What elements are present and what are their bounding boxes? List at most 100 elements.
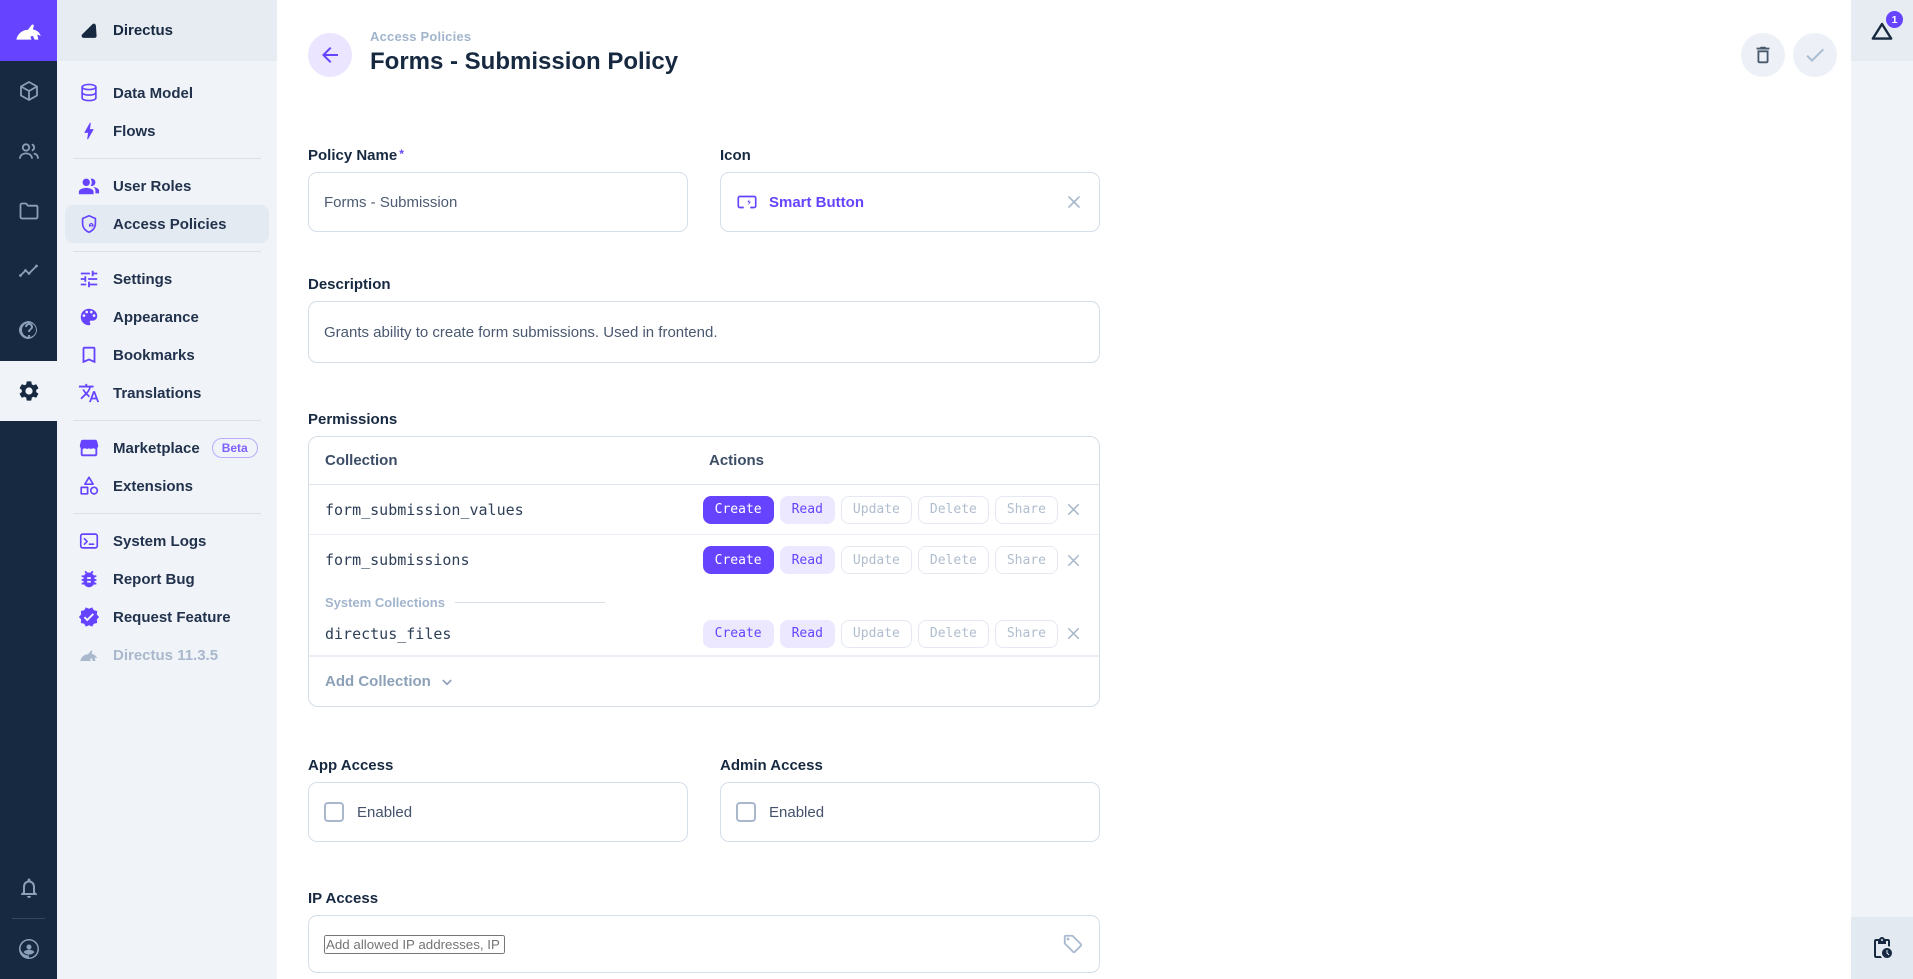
sidebar-item-flows[interactable]: Flows — [65, 112, 269, 150]
sidebar-item-report-bug[interactable]: Report Bug — [65, 560, 269, 598]
module-bar — [0, 0, 57, 979]
sidebar-item-label: Translations — [113, 385, 201, 402]
sidebar-item-access-policies[interactable]: Access Policies — [65, 205, 269, 243]
shield-policy-icon — [77, 212, 101, 236]
sidebar-item-label: Data Model — [113, 85, 193, 102]
sidebar-item-system-logs[interactable]: System Logs — [65, 522, 269, 560]
app-access-toggle[interactable]: Enabled — [308, 782, 688, 842]
permissions-table-header: Collection Actions — [309, 437, 1099, 485]
sidebar-drawer-button[interactable]: 1 — [1851, 0, 1913, 61]
permissions-field: Permissions Collection Actions form_subm… — [308, 411, 1100, 707]
table-row: directus_files Create Read Update Delete… — [309, 612, 1099, 656]
sidebar-item-extensions[interactable]: Extensions — [65, 467, 269, 505]
sidebar-item-bookmarks[interactable]: Bookmarks — [65, 336, 269, 374]
sidebar-item-settings[interactable]: Settings — [65, 260, 269, 298]
module-files[interactable] — [0, 181, 57, 241]
module-content[interactable] — [0, 61, 57, 121]
permission-create-badge[interactable]: Create — [703, 496, 774, 524]
permission-update-badge[interactable]: Update — [841, 546, 912, 574]
admin-access-checkbox[interactable] — [736, 802, 756, 822]
avatar-icon — [17, 937, 41, 961]
permission-delete-badge[interactable]: Delete — [918, 496, 989, 524]
collection-name: form_submissions — [325, 551, 703, 569]
sidebar-item-user-roles[interactable]: User Roles — [65, 167, 269, 205]
main-content: Access Policies Forms - Submission Polic… — [277, 0, 1851, 979]
bell-icon — [17, 876, 41, 900]
sidebar-item-label: Appearance — [113, 309, 199, 326]
module-insights[interactable] — [0, 241, 57, 301]
policy-form: Policy Name* Icon Smart Button — [308, 147, 1100, 973]
permission-delete-badge[interactable]: Delete — [918, 546, 989, 574]
sidebar-item-appearance[interactable]: Appearance — [65, 298, 269, 336]
remove-row-button[interactable] — [1064, 551, 1083, 570]
checkbox-label: Enabled — [357, 804, 412, 821]
save-button[interactable] — [1793, 33, 1837, 77]
policy-name-input[interactable] — [324, 194, 672, 211]
permission-read-badge[interactable]: Read — [780, 496, 835, 524]
sidebar-item-label: Settings — [113, 271, 172, 288]
ip-access-input[interactable] — [324, 935, 505, 954]
add-collection-button[interactable]: Add Collection — [309, 656, 1099, 706]
module-help[interactable] — [0, 301, 57, 361]
sidebar-item-label: System Logs — [113, 533, 206, 550]
remove-row-button[interactable] — [1064, 624, 1083, 643]
description-textarea[interactable]: Grants ability to create form submission… — [308, 301, 1100, 363]
remove-row-button[interactable] — [1064, 500, 1083, 519]
insights-icon — [17, 259, 41, 283]
icon-select[interactable]: Smart Button — [720, 172, 1100, 232]
gear-icon — [17, 379, 41, 403]
close-icon — [1064, 192, 1084, 212]
sidebar-item-marketplace[interactable]: Marketplace Beta — [65, 429, 269, 467]
nav-divider — [73, 251, 261, 252]
project-header[interactable]: Directus — [57, 0, 277, 61]
revisions-drawer-button[interactable] — [1851, 917, 1913, 979]
trash-icon — [1752, 44, 1774, 66]
directus-logo[interactable] — [0, 0, 57, 61]
permission-delete-badge[interactable]: Delete — [918, 620, 989, 648]
users-icon — [17, 139, 41, 163]
tag-icon — [1062, 933, 1084, 955]
clear-icon-button[interactable] — [1064, 192, 1084, 212]
permission-create-badge[interactable]: Create — [703, 546, 774, 574]
module-settings[interactable] — [0, 361, 57, 421]
permission-update-badge[interactable]: Update — [841, 496, 912, 524]
palette-icon — [77, 305, 101, 329]
sidebar-item-translations[interactable]: Translations — [65, 374, 269, 412]
breadcrumb[interactable]: Access Policies — [370, 29, 678, 44]
close-icon — [1064, 624, 1083, 643]
project-name: Directus — [113, 22, 173, 39]
user-avatar-button[interactable] — [0, 919, 57, 979]
database-icon — [77, 81, 101, 105]
module-users[interactable] — [0, 121, 57, 181]
permission-share-badge[interactable]: Share — [995, 496, 1058, 524]
permission-create-badge[interactable]: Create — [703, 620, 774, 648]
extensions-icon — [77, 474, 101, 498]
sidebar-item-version: Directus 11.3.5 — [65, 636, 269, 674]
admin-access-toggle[interactable]: Enabled — [720, 782, 1100, 842]
page-header: Access Policies Forms - Submission Polic… — [277, 0, 1851, 77]
notifications-button[interactable] — [0, 858, 57, 918]
help-icon — [17, 319, 41, 343]
permission-share-badge[interactable]: Share — [995, 546, 1058, 574]
permission-read-badge[interactable]: Read — [780, 620, 835, 648]
permission-read-badge[interactable]: Read — [780, 546, 835, 574]
sidebar-item-request-feature[interactable]: Request Feature — [65, 598, 269, 636]
app-access-checkbox[interactable] — [324, 802, 344, 822]
new-releases-icon — [77, 605, 101, 629]
sidebar-item-label: Bookmarks — [113, 347, 195, 364]
delete-button[interactable] — [1741, 33, 1785, 77]
sidebar-item-data-model[interactable]: Data Model — [65, 74, 269, 112]
sidebar-item-label: Access Policies — [113, 216, 226, 233]
back-button[interactable] — [308, 33, 352, 77]
permission-update-badge[interactable]: Update — [841, 620, 912, 648]
permission-share-badge[interactable]: Share — [995, 620, 1058, 648]
description-field: Description Grants ability to create for… — [308, 276, 1100, 363]
column-header-actions: Actions — [709, 452, 764, 469]
required-asterisk: * — [399, 147, 404, 161]
icon-label: Icon — [720, 147, 1100, 164]
checkbox-label: Enabled — [769, 804, 824, 821]
column-header-collection: Collection — [325, 452, 709, 469]
admin-access-label: Admin Access — [720, 757, 1100, 774]
pending-actions-icon — [1870, 936, 1894, 960]
beta-badge: Beta — [212, 438, 258, 458]
